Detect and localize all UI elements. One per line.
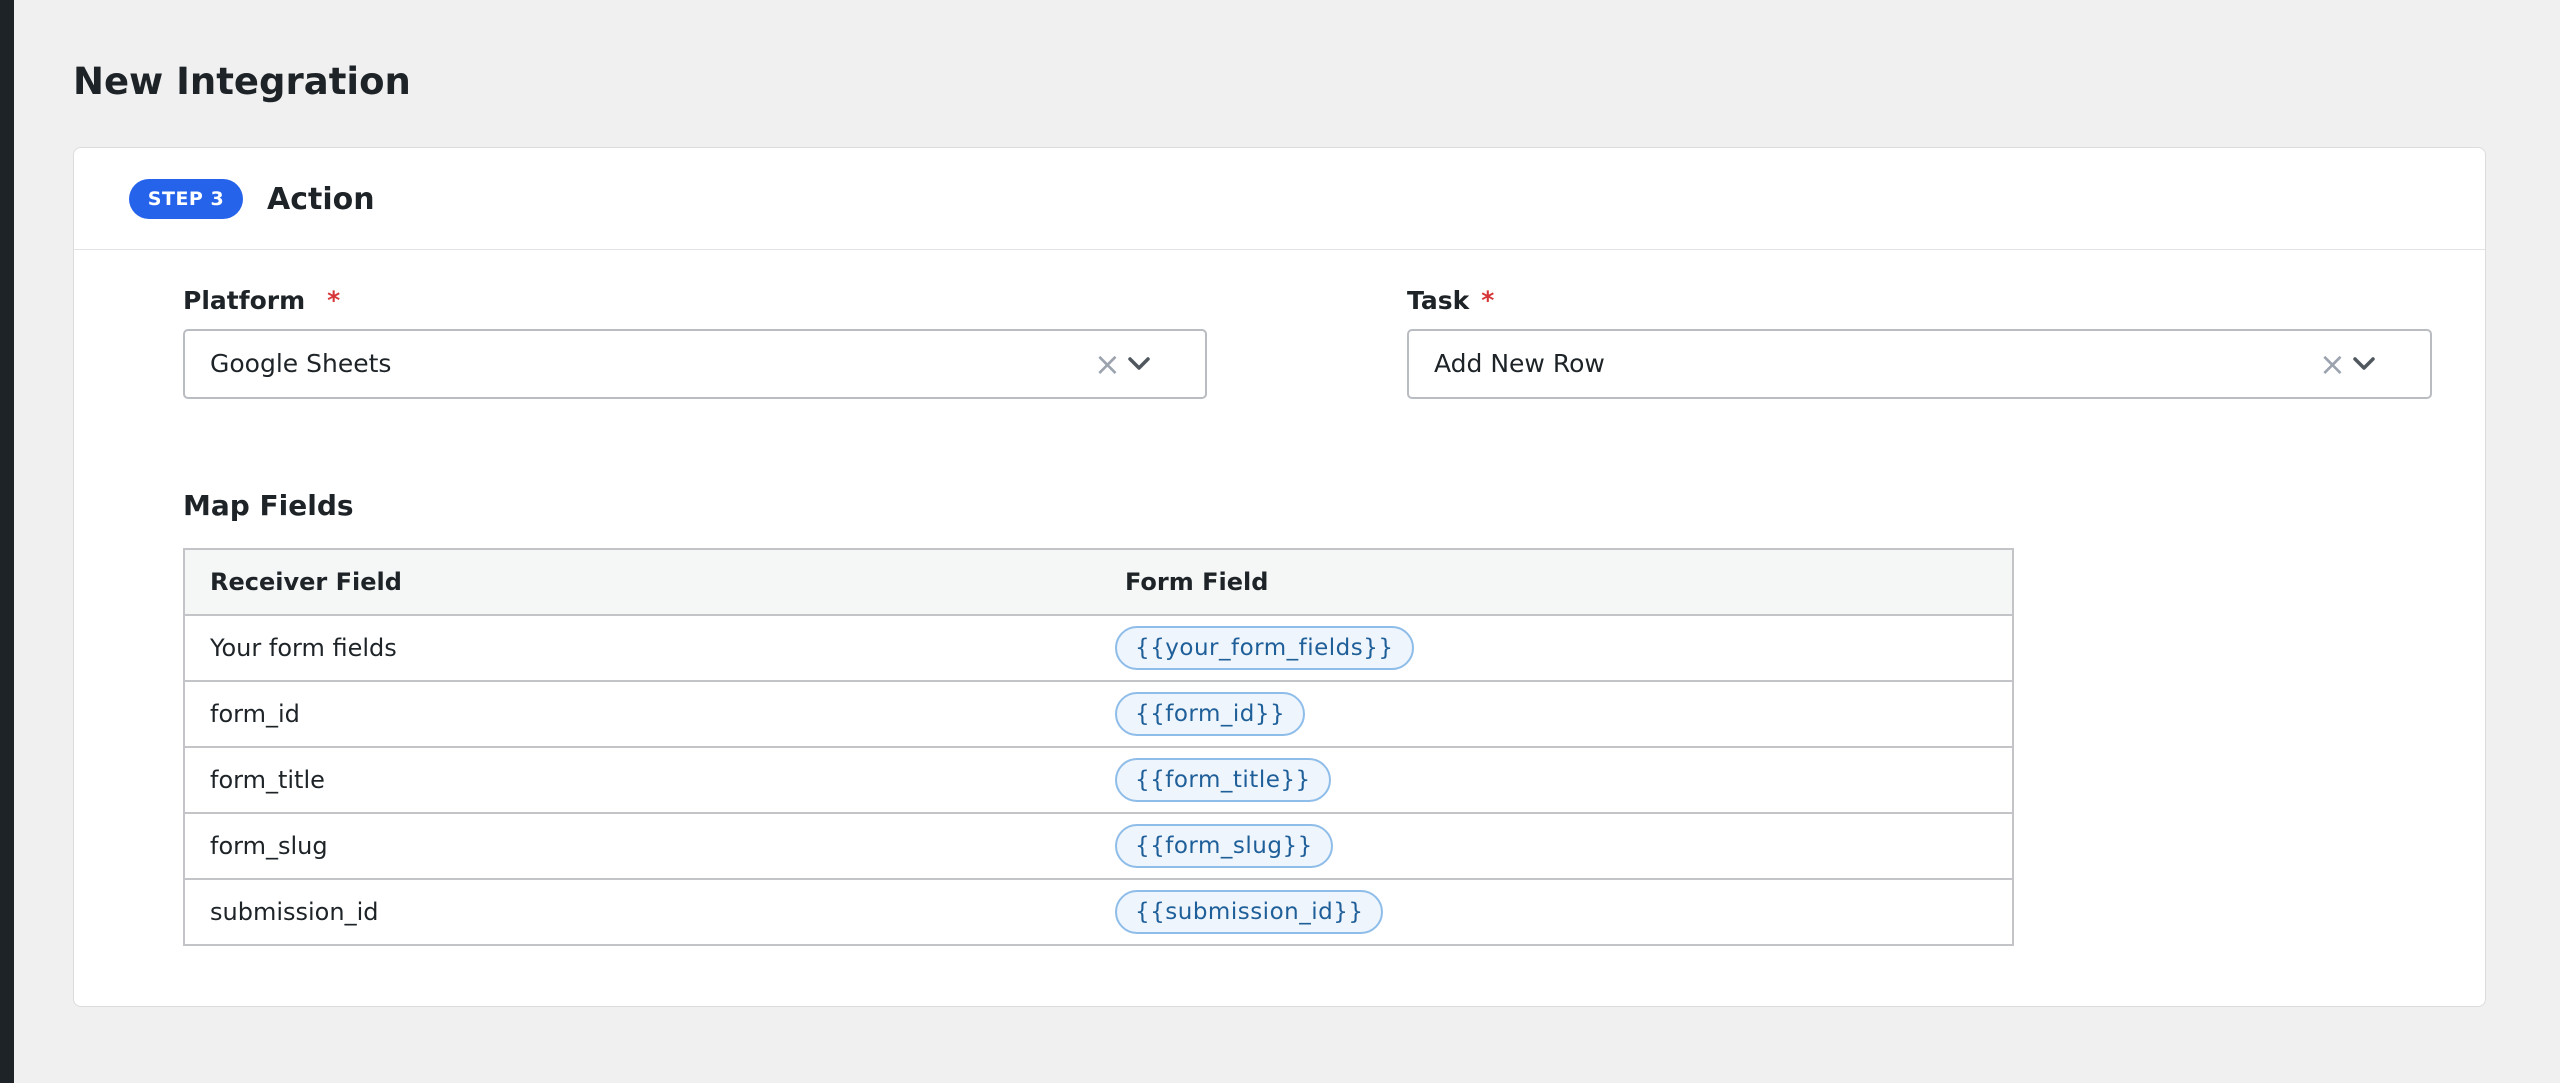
task-label: Task * [1407, 285, 1494, 317]
receiver-field-cell: form_title [210, 766, 325, 794]
table-row: form_title {{form_title}} [185, 746, 2012, 812]
platform-label-text: Platform [183, 286, 306, 315]
platform-chevron-down-icon[interactable] [1126, 351, 1152, 377]
task-required-mark: * [1481, 286, 1495, 315]
table-row: form_id {{form_id}} [185, 680, 2012, 746]
platform-label: Platform * [183, 285, 340, 317]
receiver-field-cell: submission_id [210, 898, 379, 926]
table-header-row: Receiver Field Form Field [185, 550, 2012, 614]
step-header: STEP 3 Action [74, 148, 2485, 250]
platform-select[interactable]: Google Sheets × [183, 329, 1207, 399]
receiver-field-header: Receiver Field [210, 568, 402, 596]
table-row: form_slug {{form_slug}} [185, 812, 2012, 878]
task-select-value: Add New Row [1434, 349, 1605, 378]
table-row: submission_id {{submission_id}} [185, 878, 2012, 944]
step-badge: STEP 3 [129, 179, 243, 219]
form-field-tag[interactable]: {{form_slug}} [1115, 824, 1333, 868]
form-field-cell: {{your_form_fields}} [1100, 626, 2012, 670]
form-field-tag[interactable]: {{form_id}} [1115, 692, 1306, 736]
form-field-cell: {{form_slug}} [1100, 824, 2012, 868]
platform-select-value: Google Sheets [210, 349, 392, 378]
admin-sidebar-edge [0, 0, 14, 1083]
form-field-tag[interactable]: {{submission_id}} [1115, 890, 1384, 934]
task-select[interactable]: Add New Row × [1407, 329, 2432, 399]
form-field-cell: {{form_title}} [1100, 758, 2012, 802]
receiver-field-cell: form_slug [210, 832, 328, 860]
form-field-cell: {{form_id}} [1100, 692, 2012, 736]
receiver-field-cell: Your form fields [210, 634, 397, 662]
receiver-field-cell: form_id [210, 700, 300, 728]
map-fields-title: Map Fields [183, 489, 354, 522]
form-field-tag[interactable]: {{your_form_fields}} [1115, 626, 1414, 670]
platform-clear-icon[interactable]: × [1094, 331, 1121, 397]
task-clear-icon[interactable]: × [2319, 331, 2346, 397]
table-row: Your form fields {{your_form_fields}} [185, 614, 2012, 680]
page-title: New Integration [73, 60, 411, 103]
task-label-text: Task [1407, 286, 1470, 315]
form-field-tag[interactable]: {{form_title}} [1115, 758, 1331, 802]
platform-required-mark: * [327, 286, 341, 315]
step-title: Action [267, 182, 375, 217]
task-chevron-down-icon[interactable] [2351, 351, 2377, 377]
form-field-header: Form Field [1125, 568, 1269, 596]
integration-card: STEP 3 Action Platform * Google Sheets × … [73, 147, 2486, 1007]
map-fields-table: Receiver Field Form Field Your form fiel… [183, 548, 2014, 946]
form-field-cell: {{submission_id}} [1100, 890, 2012, 934]
